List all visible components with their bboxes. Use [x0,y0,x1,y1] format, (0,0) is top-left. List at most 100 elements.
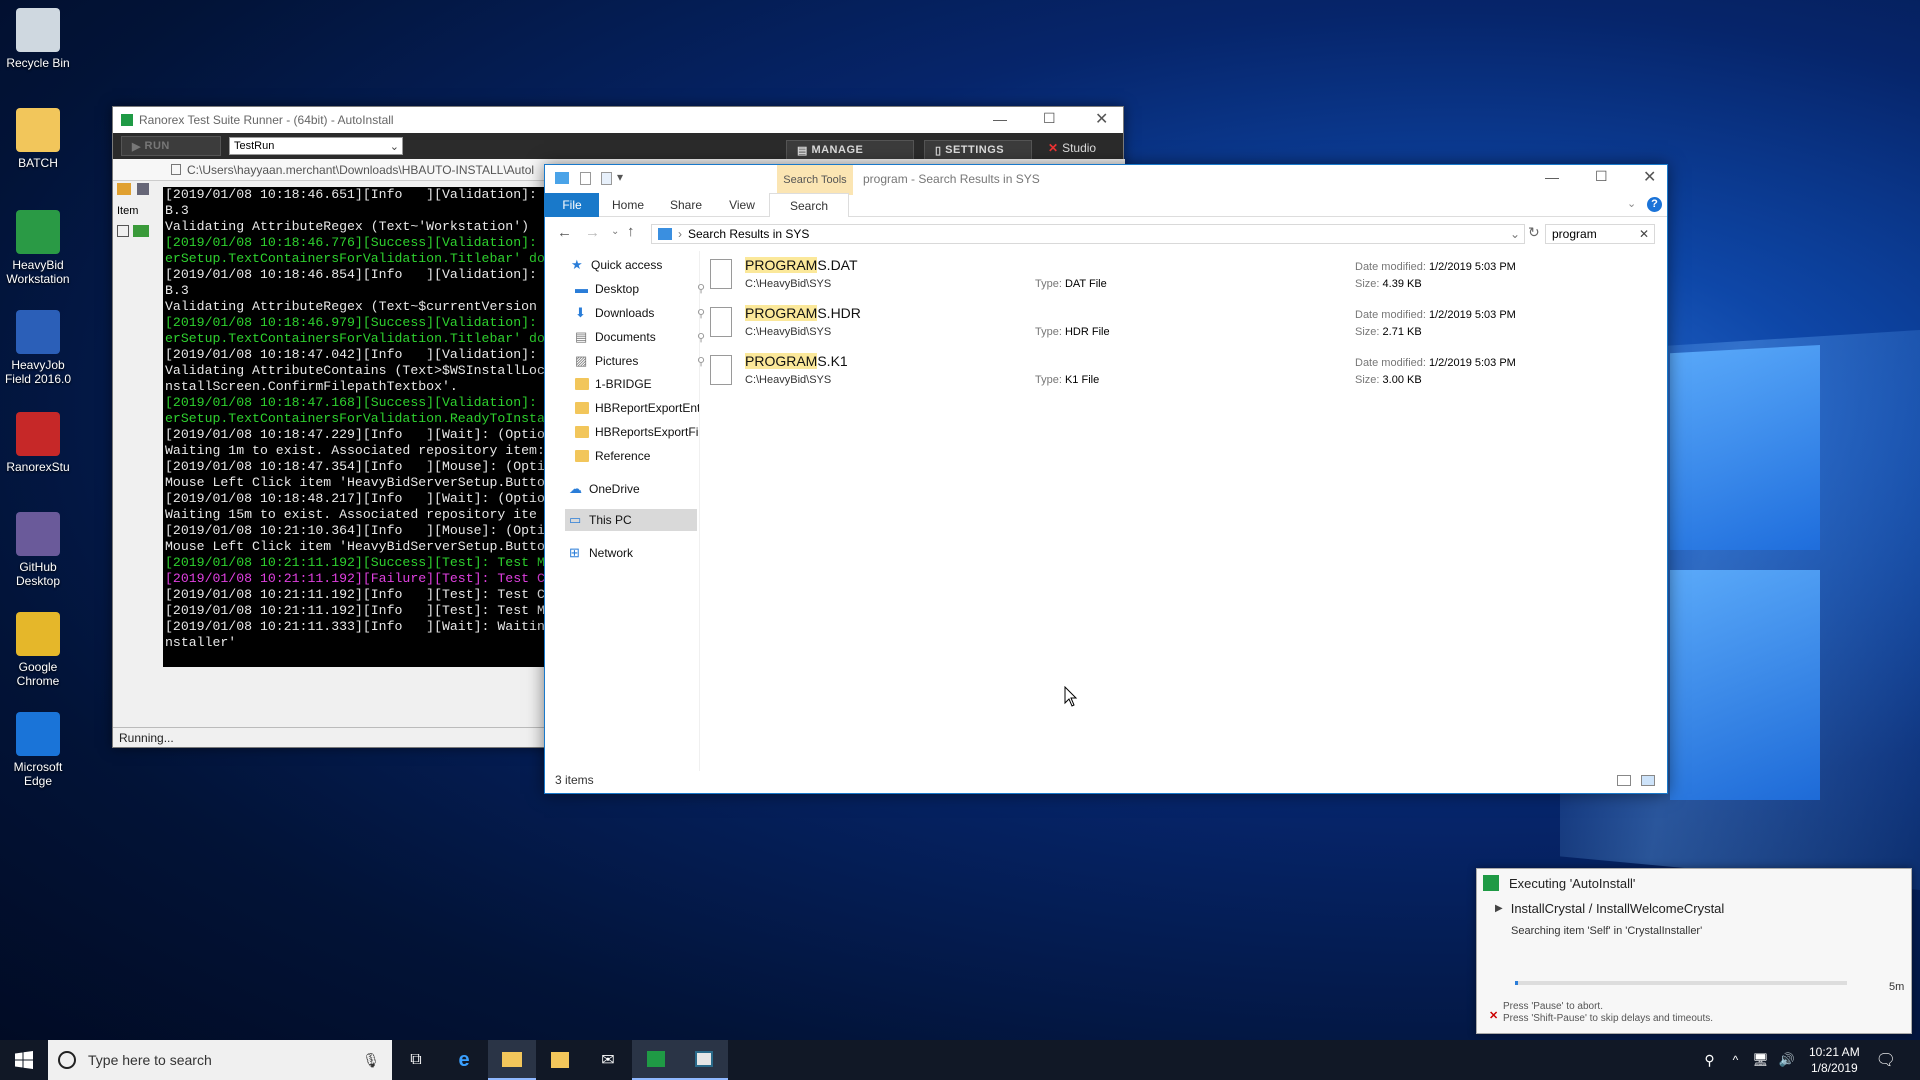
customize-qat-icon[interactable]: ▾ [617,170,623,184]
ribbon-tab-file[interactable]: File [545,193,599,217]
back-arrow-icon[interactable]: ← [557,224,572,241]
nav-item[interactable]: ▤ Documents ⚲ [575,329,705,345]
manage-button[interactable]: ▤ MANAGE [786,140,914,160]
tree-row[interactable] [117,225,153,239]
breadcrumb-chevron-icon[interactable]: › [678,227,682,241]
forward-arrow-icon[interactable]: → [585,224,600,241]
nav-item[interactable]: ▨ Pictures ⚲ [575,353,705,369]
ribbon-tab-view[interactable]: View [715,193,769,217]
clear-search-icon[interactable]: ✕ [1639,227,1649,241]
up-arrow-icon[interactable]: ↑ [627,223,635,240]
desktop-icon[interactable]: GitHub Desktop [4,512,72,588]
taskbar-search-box[interactable]: Type here to search 🎙 [48,1040,392,1080]
mail-taskbar-button[interactable]: ✉ [584,1040,632,1080]
action-center-icon[interactable]: 🗨 [1876,1050,1896,1070]
nav-item[interactable]: 1-BRIDGE [575,377,652,391]
folder-icon [575,426,589,438]
nav-item[interactable]: ⬇ Downloads ⚲ [575,305,705,321]
start-button[interactable] [0,1040,48,1080]
address-bar[interactable]: › Search Results in SYS ⌄ [651,224,1525,244]
desktop-icon[interactable]: Microsoft Edge [4,712,72,788]
properties-icon[interactable] [580,172,591,185]
details-view-icon[interactable] [1617,774,1631,786]
refresh-icon[interactable]: ↻ [1528,224,1540,241]
expand-triangle-icon[interactable]: ▶ [1495,903,1503,914]
ribbon-tab-search[interactable]: Search [769,193,849,217]
desktop-icon[interactable]: Recycle Bin [4,8,72,70]
pin-icon[interactable]: ⚲ [697,307,705,320]
clock[interactable]: 10:21 AM 1/8/2019 [1809,1044,1860,1076]
type-label: Type: [1035,374,1062,386]
pin-icon[interactable]: ⚲ [697,355,705,368]
chevron-down-icon[interactable]: ⌄ [1510,227,1520,241]
run-config-select[interactable]: TestRun ⌄ [229,137,403,155]
report-path: C:\Users\hayyaan.merchant\Downloads\HBAU… [187,162,535,177]
runner-taskbar-button[interactable] [680,1040,728,1080]
nav-item[interactable]: HBReportExportEnt [575,401,699,415]
nav-item[interactable]: ▬ Desktop ⚲ [575,281,705,296]
desktop-icon[interactable]: Google Chrome [4,612,72,688]
mail-icon: ✉ [601,1052,615,1069]
explorer-title: program - Search Results in SYS [863,172,1040,186]
search-result-item[interactable]: PROGRAMS.DAT C:\HeavyBid\SYS Type: DAT Fil… [710,255,1810,301]
studio-button[interactable]: ✕ Studio [1048,141,1096,155]
edge-taskbar-button[interactable]: e [440,1040,488,1080]
nav-item[interactable]: ⊞ Network [569,545,633,561]
network-icon[interactable]: 🖥 [1752,1052,1769,1068]
desktop-icon[interactable]: BATCH [4,108,72,170]
task-view-button[interactable]: ⧉ [392,1040,440,1080]
desktop-icon[interactable]: HeavyBid Workstation [4,210,72,286]
ribbon-tab-home[interactable]: Home [599,193,657,217]
search-result-item[interactable]: PROGRAMS.HDR C:\HeavyBid\SYS Type: HDR Fil… [710,303,1810,349]
tiles-view-icon[interactable] [1641,774,1655,786]
nav-item[interactable]: Reference [575,449,650,463]
pin-icon[interactable]: ⚲ [697,282,705,295]
log-line: [2019/01/08 10:21:11.333][Info ][Wait]: … [165,619,545,634]
maximize-icon[interactable]: ☐ [1595,168,1608,185]
settings-button[interactable]: ▯ SETTINGS [924,140,1032,160]
desktop-icon[interactable]: RanorexStu [4,412,72,474]
volume-icon[interactable]: 🔊 [1779,1052,1795,1068]
maximize-icon[interactable]: ☐ [1043,110,1056,127]
log-line: Validating AttributeRegex (Text~'Worksta… [165,219,530,234]
checkbox-icon[interactable] [117,225,129,237]
file-explorer-window[interactable]: ▾ Search Tools program - Search Results … [544,164,1668,794]
desktop-icon-label: GitHub Desktop [15,560,61,588]
close-icon[interactable]: ✕ [1643,167,1656,187]
save-icon[interactable] [137,183,149,195]
search-result-item[interactable]: PROGRAMS.K1 C:\HeavyBid\SYS Type: K1 File D… [710,351,1810,397]
recent-locations-icon[interactable]: ⌄ [611,226,619,237]
search-input[interactable]: program [1552,227,1597,241]
expand-ribbon-icon[interactable]: ⌄ [1627,197,1636,210]
new-folder-icon[interactable] [601,172,612,185]
file-name: PROGRAMS.HDR [745,305,861,321]
chevron-up-icon[interactable]: ^ [1733,1053,1739,1067]
minimize-icon[interactable]: — [993,111,1007,127]
microphone-icon[interactable]: 🎙 [362,1052,380,1069]
close-icon[interactable]: ✕ [1095,109,1108,129]
store-taskbar-button[interactable] [536,1040,584,1080]
taskbar-search-input[interactable]: Type here to search [88,1052,212,1068]
store-icon [551,1052,569,1068]
search-box[interactable]: program ✕ [1545,224,1655,244]
desktop-icon[interactable]: HeavyJob Field 2016.0 [4,310,72,386]
file-explorer-taskbar-button[interactable] [488,1040,536,1080]
run-button[interactable]: ▶ RUN [121,136,221,156]
nav-item[interactable]: ▭ This PC [565,509,697,531]
popup-detail: Searching item 'Self' in 'CrystalInstall… [1511,925,1703,937]
item-column-header[interactable]: Item [117,205,138,217]
log-line: Validating AttributeContains (Text>$WSIn… [165,363,545,378]
nav-item-label: HBReportExportEnt [595,401,699,415]
pin-icon[interactable]: ⚲ [697,331,705,344]
desktop-icon-label: Google Chrome [16,660,60,688]
ranorex-taskbar-button[interactable] [632,1040,680,1080]
help-icon[interactable]: ? [1647,197,1662,212]
people-icon[interactable]: ⚲ [1704,1052,1714,1069]
log-line: Mouse Left Click item 'HeavyBidServerSet… [165,475,545,490]
minimize-icon[interactable]: — [1545,169,1559,185]
nav-item[interactable]: ★ Quick access [571,257,662,273]
nav-item[interactable]: ☁ OneDrive [569,481,640,497]
nav-item[interactable]: HBReportsExportFil [575,425,699,439]
ribbon-tab-share[interactable]: Share [657,193,715,217]
open-icon[interactable] [117,183,131,195]
